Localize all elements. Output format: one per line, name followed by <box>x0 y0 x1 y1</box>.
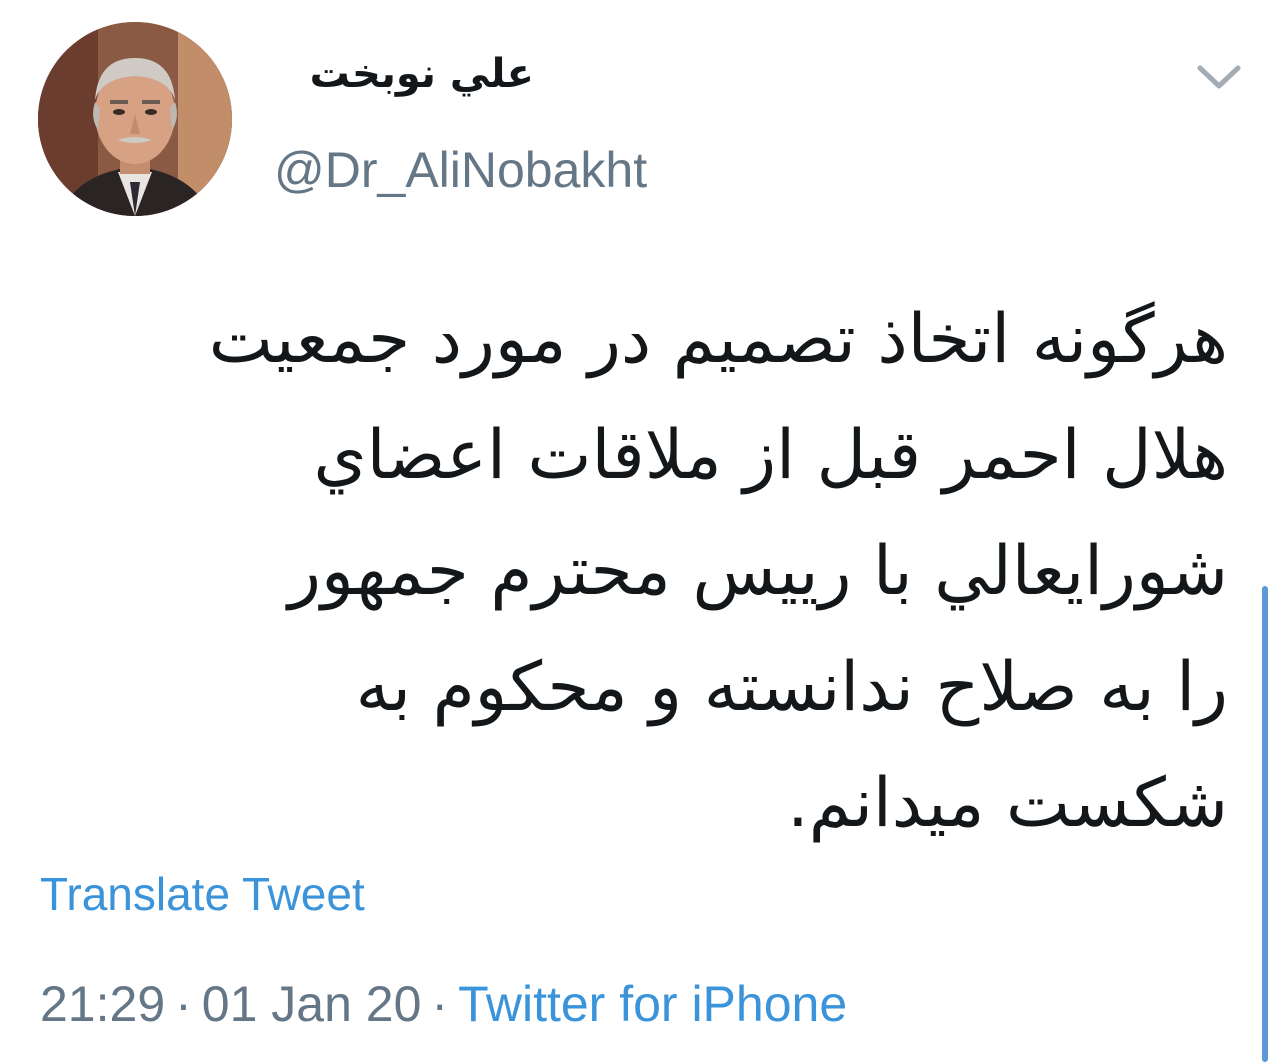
tweet-card: علي نوبخت @Dr_AliNobakht هرگونه اتخاذ تص… <box>0 0 1272 1062</box>
tweet-text-line: هرگونه اتخاذ تصميم در مورد جمعيت <box>208 300 1228 379</box>
avatar-image <box>38 22 232 216</box>
scrollbar[interactable] <box>1262 586 1268 1062</box>
tweet-text-line: شورايعالي با رييس محترم جمهور <box>288 532 1228 611</box>
tweet-text: هرگونه اتخاذ تصميم در مورد جمعيت هلال اح… <box>60 282 1228 862</box>
chevron-down-icon[interactable] <box>1192 56 1246 96</box>
tweet-text-line: را به صلاح ندانسته و محكوم به <box>355 648 1228 727</box>
meta-separator: · <box>431 976 449 1032</box>
tweet-text-line: شكست ميدانم. <box>787 764 1228 843</box>
author-handle[interactable]: @Dr_AliNobakht <box>274 140 647 200</box>
tweet-time[interactable]: 21:29 <box>40 976 165 1032</box>
tweet-date[interactable]: 01 Jan 20 <box>202 976 422 1032</box>
tweet-source-link[interactable]: Twitter for iPhone <box>458 976 847 1032</box>
translate-tweet-link[interactable]: Translate Tweet <box>40 866 365 922</box>
tweet-meta: 21:29 · 01 Jan 20 · Twitter for iPhone <box>40 974 847 1034</box>
tweet-text-line: هلال احمر قبل از ملاقات اعضاي <box>313 416 1228 495</box>
avatar[interactable] <box>38 22 232 216</box>
meta-separator: · <box>175 976 192 1032</box>
author-display-name[interactable]: علي نوبخت <box>264 46 534 102</box>
